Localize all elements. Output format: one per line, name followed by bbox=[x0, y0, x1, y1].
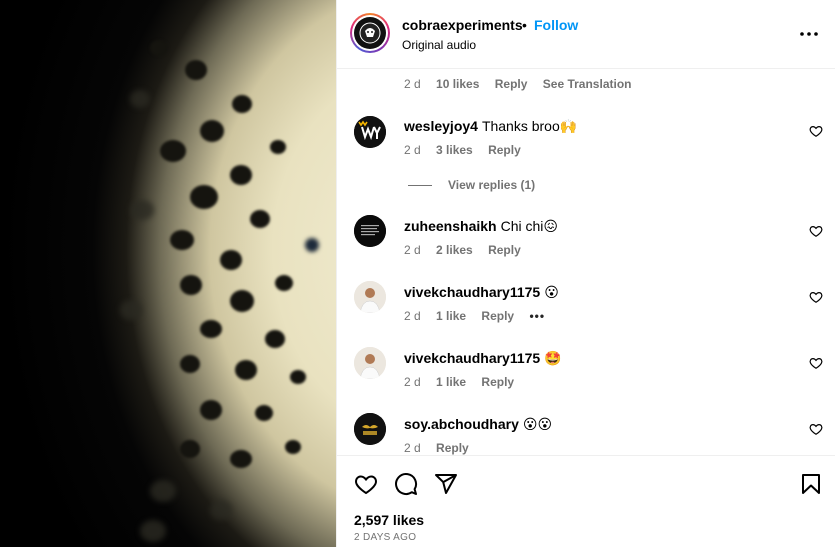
comment-likes[interactable]: 10 likes bbox=[436, 77, 479, 91]
follow-button[interactable]: Follow bbox=[534, 17, 578, 33]
post-header: cobraexperiments • Follow Original audio bbox=[337, 0, 835, 69]
like-heart-icon[interactable] bbox=[354, 472, 378, 496]
comment-like-heart-icon[interactable] bbox=[809, 356, 823, 370]
share-send-icon[interactable] bbox=[434, 472, 458, 496]
author-username[interactable]: cobraexperiments bbox=[402, 17, 523, 33]
comment-emoji: 😮😮 bbox=[522, 416, 553, 432]
reply-button[interactable]: Reply bbox=[488, 143, 521, 157]
comment-emoji: 🙌 bbox=[559, 118, 578, 134]
comment-username[interactable]: wesleyjoy4 bbox=[404, 118, 478, 134]
comment-like-heart-icon[interactable] bbox=[809, 422, 823, 436]
comment-text: Chi chi bbox=[500, 218, 544, 234]
see-translation-button[interactable]: See Translation bbox=[543, 77, 632, 91]
post-video[interactable] bbox=[0, 0, 336, 547]
post-panel: cobraexperiments • Follow Original audio… bbox=[336, 0, 835, 547]
view-replies-label: View replies (1) bbox=[448, 178, 536, 192]
comment-like-heart-icon[interactable] bbox=[809, 290, 823, 304]
save-bookmark-icon[interactable] bbox=[799, 472, 823, 496]
reply-button[interactable]: Reply bbox=[488, 243, 521, 257]
divider bbox=[408, 184, 432, 186]
comment-text: Thanks broo bbox=[481, 118, 560, 134]
comment-like-heart-icon[interactable] bbox=[809, 224, 823, 238]
comment-meta: 2 d 10 likes Reply See Translation bbox=[404, 77, 643, 91]
comment-meta: 2 d 3 likes Reply bbox=[404, 143, 533, 157]
comment-meta: 2 d 1 like Reply ••• bbox=[404, 309, 557, 323]
comment-username[interactable]: vivekchaudhary1175 bbox=[404, 284, 540, 300]
person-photo-icon bbox=[354, 281, 386, 313]
reply-button[interactable]: Reply bbox=[481, 309, 514, 323]
comment-meta: 2 d 1 like Reply bbox=[404, 375, 526, 389]
post-likes-count[interactable]: 2,597 likes bbox=[354, 512, 424, 528]
comment-emoji: 😮 bbox=[544, 284, 559, 300]
comment-username[interactable]: zuheenshaikh bbox=[404, 218, 497, 234]
comment-more-options-icon[interactable]: ••• bbox=[529, 309, 545, 323]
comment-time: 2 d bbox=[404, 375, 421, 389]
commenter-avatar[interactable] bbox=[354, 281, 386, 313]
comment-username[interactable]: vivekchaudhary1175 bbox=[404, 350, 540, 366]
comment-likes[interactable]: 2 likes bbox=[436, 243, 473, 257]
reply-button[interactable]: Reply bbox=[436, 441, 469, 455]
comment-likes[interactable]: 3 likes bbox=[436, 143, 473, 157]
comment-time: 2 d bbox=[404, 309, 421, 323]
commenter-avatar[interactable] bbox=[354, 215, 386, 247]
wy-logo-icon bbox=[354, 116, 386, 148]
comment-emoji: 😖 bbox=[543, 218, 558, 234]
commenter-avatar[interactable] bbox=[354, 347, 386, 379]
post-actions: 2,597 likes 2 DAYS AGO bbox=[337, 455, 835, 547]
text-avatar-icon bbox=[354, 215, 386, 247]
comment-username[interactable]: soy.abchoudhary bbox=[404, 416, 519, 432]
comment-likes[interactable]: 1 like bbox=[436, 309, 466, 323]
more-options-icon[interactable] bbox=[799, 24, 819, 44]
reply-button[interactable]: Reply bbox=[481, 375, 514, 389]
cobra-logo-icon bbox=[359, 22, 381, 44]
comment-likes[interactable]: 1 like bbox=[436, 375, 466, 389]
comment-emoji: 🤩 bbox=[544, 350, 562, 366]
author-avatar-image bbox=[354, 17, 386, 49]
author-avatar[interactable] bbox=[350, 13, 390, 53]
comment-time: 2 d bbox=[404, 77, 421, 91]
reply-button[interactable]: Reply bbox=[495, 77, 528, 91]
comments-list[interactable]: 2 d 10 likes Reply See Translation wesle… bbox=[337, 70, 835, 455]
comment-time: 2 d bbox=[404, 243, 421, 257]
audio-label[interactable]: Original audio bbox=[402, 38, 476, 52]
comment-time: 2 d bbox=[404, 441, 421, 455]
person-photo-icon bbox=[354, 347, 386, 379]
commenter-avatar[interactable] bbox=[354, 116, 386, 148]
view-replies-button[interactable]: View replies (1) bbox=[408, 178, 535, 192]
comment-icon[interactable] bbox=[394, 472, 418, 496]
post-date[interactable]: 2 DAYS AGO bbox=[354, 532, 416, 543]
comment-like-heart-icon[interactable] bbox=[809, 124, 823, 138]
mustache-logo-icon bbox=[354, 413, 386, 445]
comment-meta: 2 d 2 likes Reply bbox=[404, 243, 533, 257]
comment-meta: 2 d Reply bbox=[404, 441, 481, 455]
separator-dot: • bbox=[522, 17, 527, 33]
comment-time: 2 d bbox=[404, 143, 421, 157]
commenter-avatar[interactable] bbox=[354, 413, 386, 445]
